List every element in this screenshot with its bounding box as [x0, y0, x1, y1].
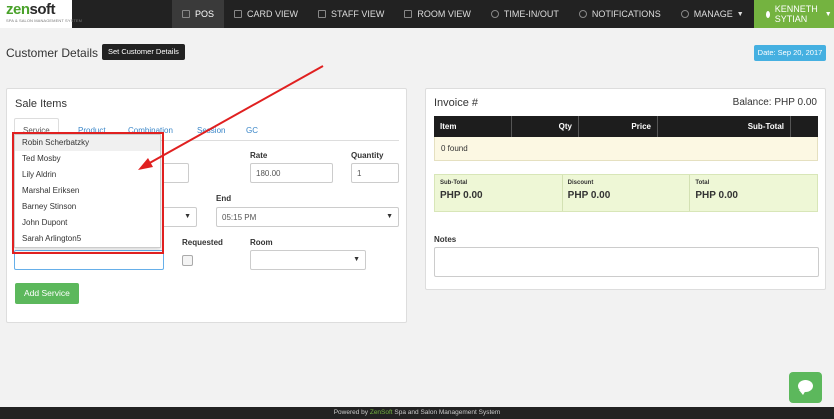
footer-suffix: Spa and Salon Management System — [392, 409, 501, 416]
invoice-title: Invoice # — [434, 97, 479, 109]
notes-textarea[interactable] — [434, 247, 819, 277]
col-qty: Qty — [512, 116, 579, 137]
totals-row: Sub-Total PHP 0.00 Discount PHP 0.00 Tot… — [434, 174, 818, 212]
invoice-table: Item Qty Price Sub-Total 0 found — [434, 116, 818, 161]
chat-bubble-tail — [799, 390, 806, 395]
subtotal-value: PHP 0.00 — [440, 190, 483, 201]
invoice-table-header: Item Qty Price Sub-Total — [434, 116, 818, 137]
chat-button[interactable] — [789, 372, 822, 403]
col-actions — [791, 116, 818, 137]
subtotal-cell: Sub-Total PHP 0.00 — [435, 175, 563, 211]
discount-label: Discount — [567, 180, 594, 186]
subtotal-label: Sub-Total — [440, 180, 468, 186]
discount-cell: Discount PHP 0.00 — [563, 175, 691, 211]
col-item: Item — [434, 116, 512, 137]
notes-label: Notes — [434, 235, 457, 244]
footer: Powered by ZenSoft Spa and Salon Managem… — [0, 407, 834, 419]
total-label: Total — [695, 180, 710, 186]
discount-value: PHP 0.00 — [567, 190, 611, 201]
balance-text: Balance: PHP 0.00 — [732, 97, 817, 108]
col-subtotal: Sub-Total — [658, 116, 791, 137]
total-value: PHP 0.00 — [695, 190, 738, 201]
col-price: Price — [579, 116, 658, 137]
invoice-empty-row: 0 found — [434, 137, 818, 161]
footer-prefix: Powered by — [333, 409, 370, 416]
total-cell: Total PHP 0.00 — [690, 175, 817, 211]
invoice-panel: Invoice # Balance: PHP 0.00 Item Qty Pri… — [425, 88, 826, 290]
footer-brand-link[interactable]: ZenSoft — [370, 409, 393, 416]
